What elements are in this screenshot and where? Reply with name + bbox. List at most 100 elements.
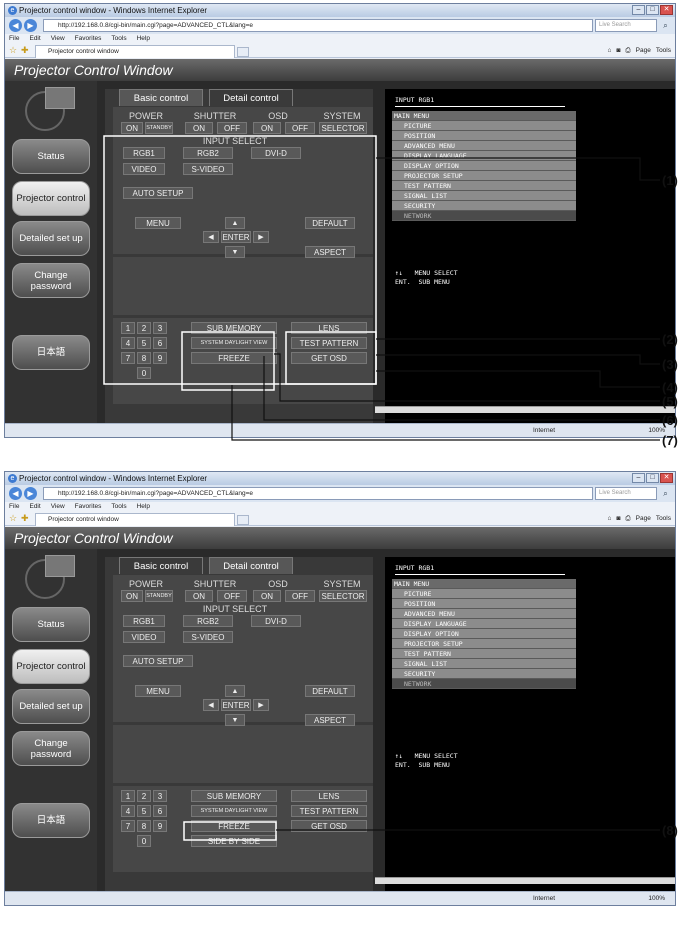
new-tab-button[interactable] xyxy=(237,515,249,525)
keypad-6-button[interactable]: 6 xyxy=(153,805,167,817)
sub-memory-button[interactable]: SUB MEMORY xyxy=(191,790,277,802)
menu-item[interactable]: View xyxy=(51,34,65,44)
add-favorite-icon[interactable]: ✚ xyxy=(21,45,29,56)
shutter-on-button[interactable]: ON xyxy=(185,590,213,602)
nav-button[interactable]: Projector control xyxy=(12,181,90,216)
maximize-button[interactable]: □ xyxy=(646,473,659,483)
arrow-up-button[interactable]: ▲ xyxy=(225,217,245,229)
auto-setup-button[interactable]: AUTO SETUP xyxy=(123,655,193,667)
command-tools[interactable]: Tools xyxy=(656,45,671,57)
keypad-0-button[interactable]: 0 xyxy=(137,835,151,847)
input-svideo-button[interactable]: S-VIDEO xyxy=(183,631,233,643)
nav-button[interactable]: 日本語 xyxy=(12,335,90,370)
get-osd-button[interactable]: GET OSD xyxy=(291,352,367,364)
menu-button[interactable]: MENU xyxy=(135,685,181,697)
browser-tab[interactable]: Projector control window xyxy=(35,45,235,58)
search-input[interactable]: Live Search xyxy=(595,487,657,500)
shutter-off-button[interactable]: OFF xyxy=(217,122,247,134)
browser-tab[interactable]: Projector control window xyxy=(35,513,235,526)
back-button[interactable]: ◀ xyxy=(9,19,22,32)
enter-button[interactable]: ENTER xyxy=(221,231,251,243)
aspect-button[interactable]: ASPECT xyxy=(305,246,355,258)
nav-button[interactable]: Change password xyxy=(12,731,90,766)
tab-basic-control[interactable]: Basic control xyxy=(119,89,203,106)
keypad-6-button[interactable]: 6 xyxy=(153,337,167,349)
system-selector-button[interactable]: SELECTOR xyxy=(319,122,367,134)
favorites-star-icon[interactable]: ☆ xyxy=(9,513,17,524)
arrow-down-button[interactable]: ▼ xyxy=(225,246,245,258)
input-rgb1-button[interactable]: RGB1 xyxy=(123,615,165,627)
keypad-7-button[interactable]: 7 xyxy=(121,352,135,364)
shutter-off-button[interactable]: OFF xyxy=(217,590,247,602)
search-icon[interactable]: ⌕ xyxy=(659,487,672,500)
keypad-0-button[interactable]: 0 xyxy=(137,367,151,379)
enter-button[interactable]: ENTER xyxy=(221,699,251,711)
close-button[interactable]: ✕ xyxy=(660,473,673,483)
menu-item[interactable]: View xyxy=(51,502,65,512)
minimize-button[interactable]: – xyxy=(632,473,645,483)
input-video-button[interactable]: VIDEO xyxy=(123,631,165,643)
osd-on-button[interactable]: ON xyxy=(253,122,281,134)
system-daylight-view-button[interactable]: SYSTEM DAYLIGHT VIEW xyxy=(191,337,277,349)
keypad-5-button[interactable]: 5 xyxy=(137,337,151,349)
menu-item[interactable]: Tools xyxy=(111,34,126,44)
keypad-9-button[interactable]: 9 xyxy=(153,820,167,832)
keypad-2-button[interactable]: 2 xyxy=(137,790,151,802)
keypad-7-button[interactable]: 7 xyxy=(121,820,135,832)
keypad-9-button[interactable]: 9 xyxy=(153,352,167,364)
menu-item[interactable]: Edit xyxy=(29,502,40,512)
close-button[interactable]: ✕ xyxy=(660,5,673,15)
input-dvid-button[interactable]: DVI-D xyxy=(251,615,301,627)
arrow-right-button[interactable]: ▶ xyxy=(253,699,269,711)
nav-button[interactable]: Status xyxy=(12,139,90,174)
nav-button[interactable]: Detailed set up xyxy=(12,689,90,724)
keypad-4-button[interactable]: 4 xyxy=(121,805,135,817)
menu-item[interactable]: File xyxy=(9,34,19,44)
freeze-button[interactable]: FREEZE xyxy=(191,820,277,832)
keypad-8-button[interactable]: 8 xyxy=(137,352,151,364)
system-selector-button[interactable]: SELECTOR xyxy=(319,590,367,602)
minimize-button[interactable]: – xyxy=(632,5,645,15)
power-standby-button[interactable]: STANDBY xyxy=(145,590,173,602)
aspect-button[interactable]: ASPECT xyxy=(305,714,355,726)
keypad-2-button[interactable]: 2 xyxy=(137,322,151,334)
search-input[interactable]: Live Search xyxy=(595,19,657,32)
forward-button[interactable]: ▶ xyxy=(24,487,37,500)
tab-detail-control[interactable]: Detail control xyxy=(209,89,293,106)
menu-item[interactable]: Tools xyxy=(111,502,126,512)
search-icon[interactable]: ⌕ xyxy=(659,19,672,32)
horizontal-scrollbar[interactable] xyxy=(375,406,675,413)
input-rgb2-button[interactable]: RGB2 xyxy=(183,147,233,159)
sub-memory-button[interactable]: SUB MEMORY xyxy=(191,322,277,334)
zoom-level[interactable]: 100% xyxy=(648,892,665,905)
address-input[interactable]: http://192.168.0.8/cgi-bin/main.cgi?page… xyxy=(43,19,593,32)
input-video-button[interactable]: VIDEO xyxy=(123,163,165,175)
lens-button[interactable]: LENS xyxy=(291,322,367,334)
power-on-button[interactable]: ON xyxy=(121,122,143,134)
osd-off-button[interactable]: OFF xyxy=(285,590,315,602)
arrow-left-button[interactable]: ◀ xyxy=(203,231,219,243)
keypad-8-button[interactable]: 8 xyxy=(137,820,151,832)
nav-button[interactable]: 日本語 xyxy=(12,803,90,838)
tab-detail-control[interactable]: Detail control xyxy=(209,557,293,574)
command-page[interactable]: Page xyxy=(636,45,651,57)
home-icon[interactable]: ⌂ xyxy=(608,45,612,57)
system-daylight-view-button[interactable]: SYSTEM DAYLIGHT VIEW xyxy=(191,805,277,817)
arrow-right-button[interactable]: ▶ xyxy=(253,231,269,243)
default-button[interactable]: DEFAULT xyxy=(305,217,355,229)
test-pattern-button[interactable]: TEST PATTERN xyxy=(291,337,367,349)
nav-button[interactable]: Detailed set up xyxy=(12,221,90,256)
nav-button[interactable]: Change password xyxy=(12,263,90,298)
auto-setup-button[interactable]: AUTO SETUP xyxy=(123,187,193,199)
lens-button[interactable]: LENS xyxy=(291,790,367,802)
shutter-on-button[interactable]: ON xyxy=(185,122,213,134)
home-icon[interactable]: ⌂ xyxy=(608,513,612,525)
keypad-1-button[interactable]: 1 xyxy=(121,322,135,334)
menu-item[interactable]: Help xyxy=(137,34,150,44)
keypad-3-button[interactable]: 3 xyxy=(153,322,167,334)
maximize-button[interactable]: □ xyxy=(646,5,659,15)
input-rgb2-button[interactable]: RGB2 xyxy=(183,615,233,627)
osd-off-button[interactable]: OFF xyxy=(285,122,315,134)
menu-item[interactable]: Favorites xyxy=(75,502,102,512)
address-input[interactable]: http://192.168.0.8/cgi-bin/main.cgi?page… xyxy=(43,487,593,500)
